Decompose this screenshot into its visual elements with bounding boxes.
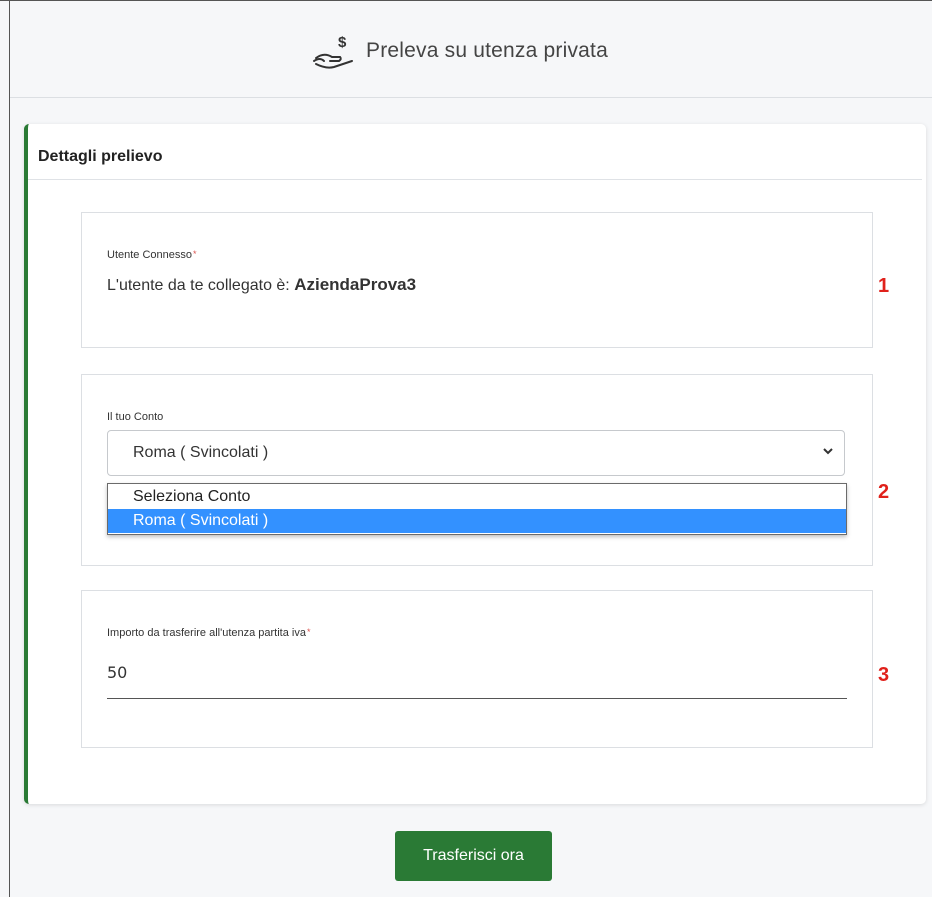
connected-user-text: L'utente da te collegato è: AziendaProva…: [107, 275, 416, 295]
account-dropdown-list: Seleziona Conto Roma ( Svincolati ): [107, 483, 847, 535]
header-title-group: $ Preleva su utenza privata: [312, 31, 608, 71]
annotation-marker-2: 2: [878, 481, 890, 503]
account-option-selected[interactable]: Roma ( Svincolati ): [108, 509, 846, 533]
required-mark: *: [193, 249, 197, 259]
account-section: Il tuo Conto Roma ( Svincolati ) Selezio…: [81, 374, 873, 566]
card-divider: [28, 179, 922, 180]
transfer-now-button[interactable]: Trasferisci ora: [395, 831, 552, 881]
connected-user-prefix: L'utente da te collegato è:: [107, 277, 295, 294]
connected-user-section: Utente Connesso* L'utente da te collegat…: [81, 212, 873, 348]
connected-user-label: Utente Connesso*: [107, 249, 197, 261]
page-header: $ Preleva su utenza privata: [10, 1, 932, 98]
account-option[interactable]: Seleziona Conto: [108, 485, 846, 509]
connected-username: AziendaProva3: [294, 275, 417, 294]
account-select[interactable]: Roma ( Svincolati ): [107, 430, 845, 476]
chevron-down-icon: [823, 448, 833, 455]
annotation-marker-1: 1: [878, 275, 890, 297]
amount-input-underline: [107, 698, 847, 699]
amount-label: Importo da trasferire all'utenza partita…: [107, 627, 311, 639]
account-select-value: Roma ( Svincolati ): [133, 444, 269, 461]
hand-dollar-icon: $: [313, 34, 353, 69]
amount-section: Importo da trasferire all'utenza partita…: [81, 590, 873, 748]
account-label: Il tuo Conto: [107, 411, 164, 423]
amount-input[interactable]: 50: [107, 663, 127, 682]
card-title: Dettagli prelievo: [38, 148, 163, 165]
window-border-left: [9, 0, 10, 897]
page-title: Preleva su utenza privata: [366, 39, 608, 62]
annotation-marker-3: 3: [878, 664, 890, 686]
svg-text:$: $: [338, 34, 347, 51]
withdrawal-details-card: Dettagli prelievo Utente Connesso* L'ute…: [24, 124, 926, 804]
required-mark: *: [306, 627, 311, 637]
